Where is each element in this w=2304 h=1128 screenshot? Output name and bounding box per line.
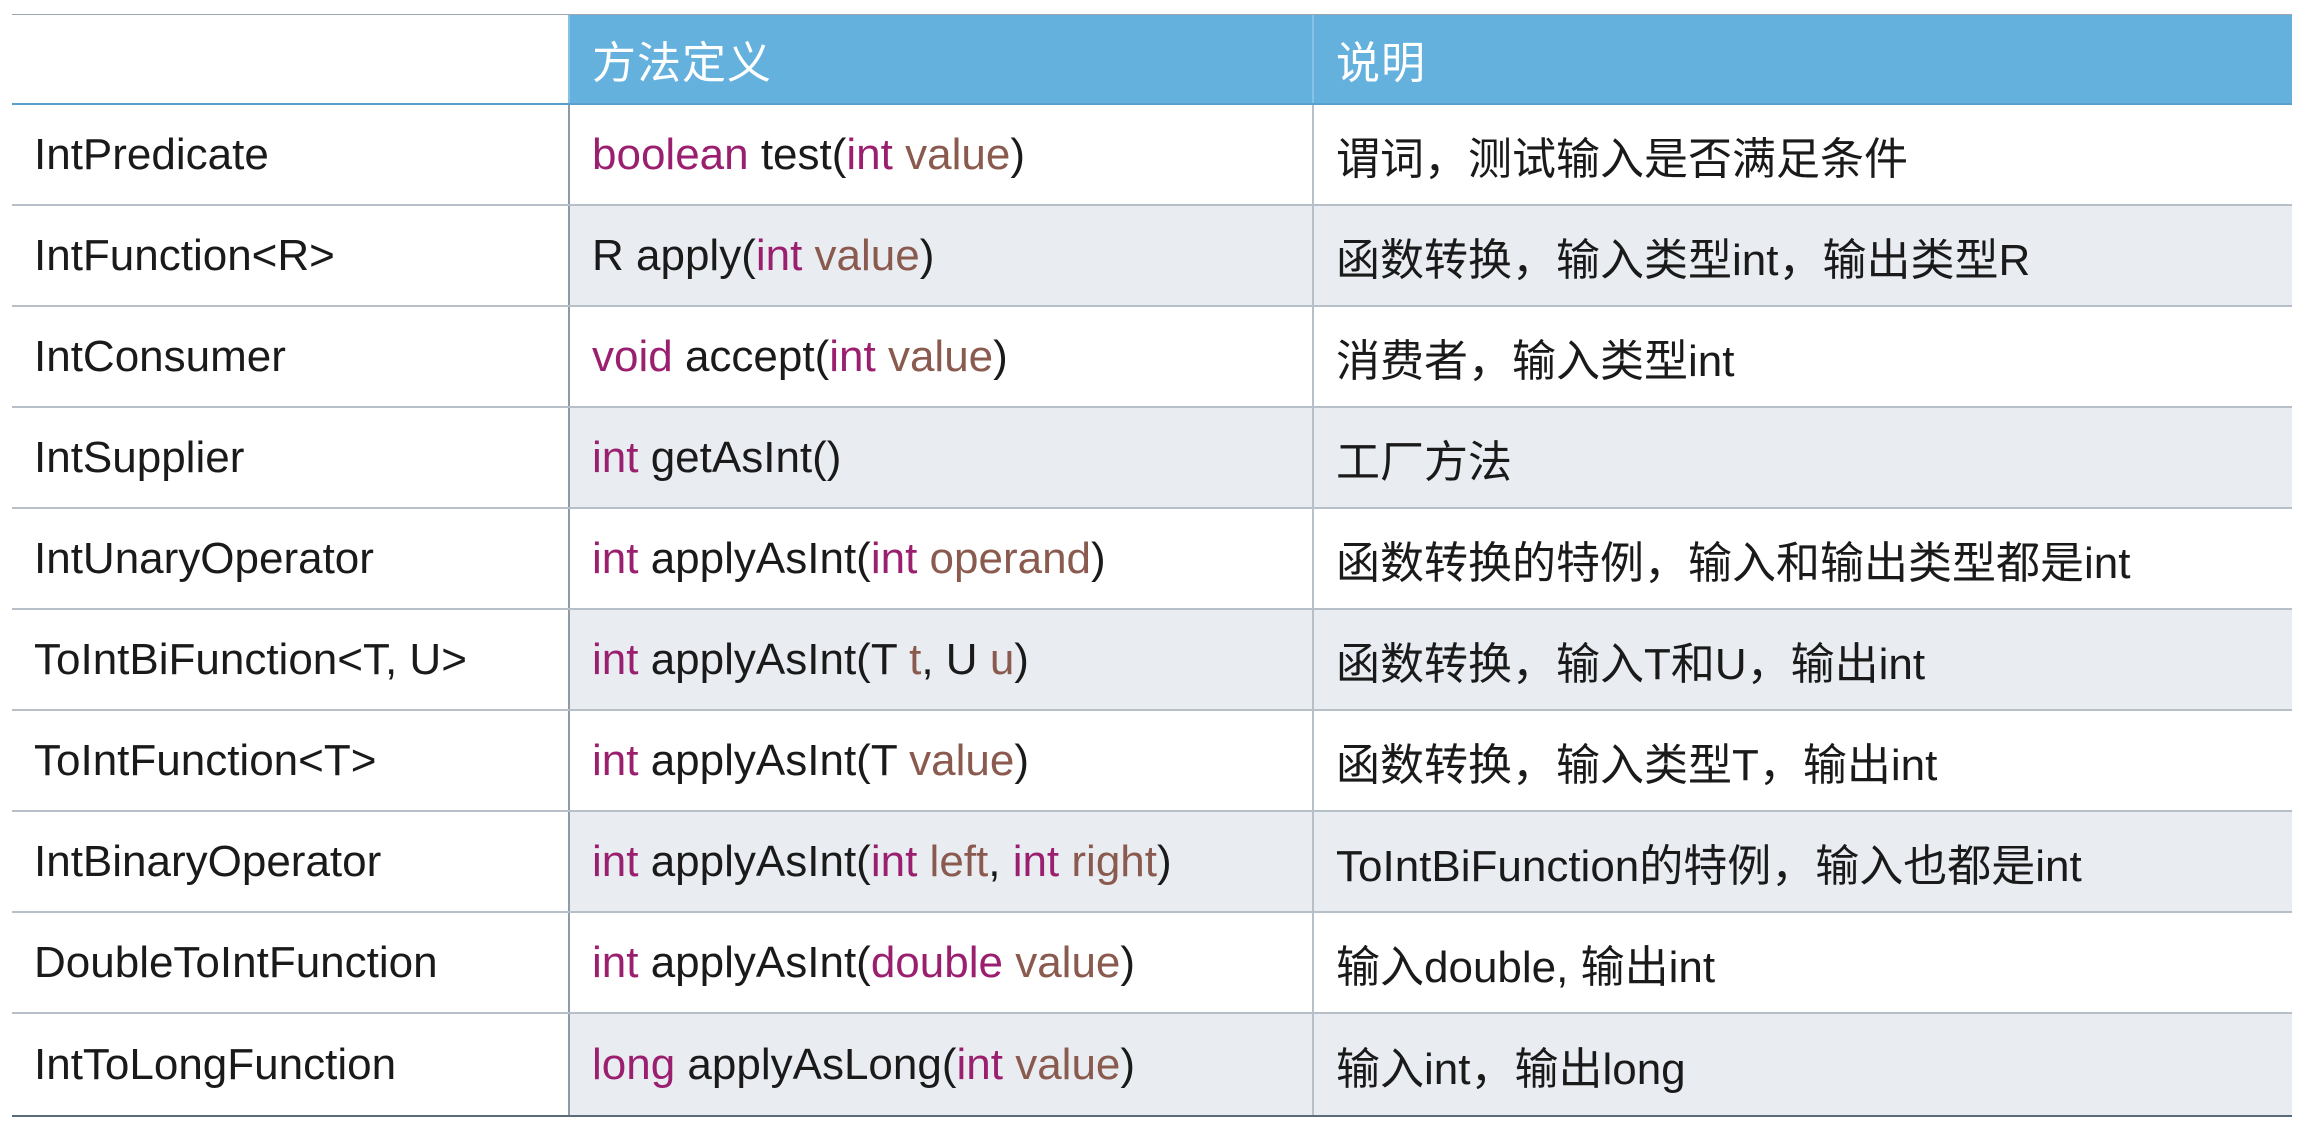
- method-text: ): [1091, 533, 1106, 583]
- table-header-row: 函数接口 方法定义 说明: [12, 15, 2292, 105]
- parameter-name: left: [917, 836, 989, 886]
- header-interface: 函数接口: [12, 15, 568, 103]
- type-keyword: void: [592, 331, 673, 381]
- type-keyword: int: [870, 836, 918, 886]
- description-cell: 谓词，测试输入是否满足条件: [1312, 105, 2292, 204]
- description-cell: 工厂方法: [1312, 408, 2292, 507]
- type-keyword: int: [956, 1039, 1003, 1089]
- parameter-name: t: [909, 634, 922, 684]
- parameter-name: value: [892, 129, 1011, 179]
- method-text: ): [1014, 634, 1029, 684]
- interface-cell: ToIntBiFunction<T, U>: [12, 610, 568, 709]
- method-cell: R apply(int value): [568, 206, 1312, 305]
- method-text: R apply(: [592, 230, 756, 280]
- table-row: ToIntFunction<T> int applyAsInt(T value) 函…: [12, 711, 2292, 812]
- table-row: IntConsumer void accept(int value) 消费者，输入类…: [12, 307, 2292, 408]
- parameter-name: value: [1002, 1039, 1121, 1089]
- type-keyword: int: [592, 735, 639, 785]
- type-keyword: int: [592, 533, 639, 583]
- functional-interface-table: 函数接口 方法定义 说明 IntPredicate boolean test(in…: [12, 14, 2292, 1117]
- method-cell: int applyAsInt(T value): [568, 711, 1312, 810]
- description-cell: 函数转换的特例，输入和输出类型都是int: [1312, 509, 2292, 608]
- type-keyword: int: [592, 432, 639, 482]
- method-text: applyAsInt(: [638, 533, 871, 583]
- description-cell: 函数转换，输入类型T，输出int: [1312, 711, 2292, 810]
- parameter-name: value: [1002, 937, 1121, 987]
- method-text: applyAsInt(: [638, 937, 871, 987]
- description-cell: 函数转换，输入T和U，输出int: [1312, 610, 2292, 709]
- table-row: DoubleToIntFunction int applyAsInt(double…: [12, 913, 2292, 1014]
- type-keyword: int: [592, 634, 639, 684]
- table-row: IntUnaryOperator int applyAsInt(int opera…: [12, 509, 2292, 610]
- method-cell: int applyAsInt(int left, int right): [568, 812, 1312, 911]
- interface-cell: IntConsumer: [12, 307, 568, 406]
- method-text: applyAsInt(T: [638, 735, 910, 785]
- description-cell: 消费者，输入类型int: [1312, 307, 2292, 406]
- table-row: IntSupplier int getAsInt() 工厂方法: [12, 408, 2292, 509]
- interface-cell: IntUnaryOperator: [12, 509, 568, 608]
- method-cell: int getAsInt(): [568, 408, 1312, 507]
- interface-cell: IntSupplier: [12, 408, 568, 507]
- description-cell: 输入int，输出long: [1312, 1014, 2292, 1115]
- method-text: test(: [748, 129, 847, 179]
- method-text: ): [1010, 129, 1025, 179]
- interface-cell: IntFunction<R>: [12, 206, 568, 305]
- parameter-name: value: [909, 735, 1015, 785]
- table-body: IntPredicate boolean test(int value) 谓词，测试…: [12, 105, 2292, 1115]
- table-row: IntBinaryOperator int applyAsInt(int left…: [12, 812, 2292, 913]
- type-keyword: int: [870, 533, 918, 583]
- type-keyword: long: [592, 1039, 676, 1089]
- method-text: accept(: [672, 331, 830, 381]
- method-cell: int applyAsInt(T t, U u): [568, 610, 1312, 709]
- interface-cell: IntToLongFunction: [12, 1014, 568, 1115]
- method-text: ): [1157, 836, 1172, 886]
- table-row: IntPredicate boolean test(int value) 谓词，测试…: [12, 105, 2292, 206]
- description-cell: 函数转换，输入类型int，输出类型R: [1312, 206, 2292, 305]
- method-text: ): [1120, 937, 1136, 987]
- method-cell: int applyAsInt(int operand): [568, 509, 1312, 608]
- method-text: , U: [921, 634, 990, 684]
- parameter-name: operand: [917, 533, 1092, 583]
- header-description: 说明: [1312, 15, 2292, 103]
- method-text: ): [1014, 735, 1029, 785]
- description-cell: ToIntBiFunction的特例，输入也都是int: [1312, 812, 2292, 911]
- description-cell: 输入double, 输出int: [1312, 913, 2292, 1012]
- method-text: ,: [988, 836, 1013, 886]
- type-keyword: double: [870, 937, 1003, 987]
- method-cell: void accept(int value): [568, 307, 1312, 406]
- type-keyword: int: [592, 937, 639, 987]
- method-text: ): [919, 230, 935, 280]
- method-cell: long applyAsLong(int value): [568, 1014, 1312, 1115]
- method-text: ): [1120, 1039, 1136, 1089]
- interface-cell: ToIntFunction<T>: [12, 711, 568, 810]
- type-keyword: int: [755, 230, 803, 280]
- parameter-name: right: [1059, 836, 1157, 886]
- parameter-name: value: [802, 230, 920, 280]
- type-keyword: int: [1012, 836, 1060, 886]
- method-text: applyAsLong(: [675, 1039, 957, 1089]
- interface-cell: IntPredicate: [12, 105, 568, 204]
- type-keyword: int: [846, 129, 893, 179]
- method-text: applyAsInt(: [638, 836, 871, 886]
- type-keyword: boolean: [592, 129, 749, 179]
- parameter-name: u: [989, 634, 1015, 684]
- method-text: ): [993, 331, 1008, 381]
- interface-cell: IntBinaryOperator: [12, 812, 568, 911]
- type-keyword: int: [829, 331, 876, 381]
- interface-cell: DoubleToIntFunction: [12, 913, 568, 1012]
- table-row: IntFunction<R> R apply(int value) 函数转换，输入类…: [12, 206, 2292, 307]
- parameter-name: value: [875, 331, 994, 381]
- method-cell: int applyAsInt(double value): [568, 913, 1312, 1012]
- header-method: 方法定义: [568, 15, 1312, 103]
- table-row: IntToLongFunction long applyAsLong(int va…: [12, 1014, 2292, 1115]
- method-text: getAsInt(): [638, 432, 842, 482]
- table-row: ToIntBiFunction<T, U> int applyAsInt(T t,…: [12, 610, 2292, 711]
- method-cell: boolean test(int value): [568, 105, 1312, 204]
- method-text: applyAsInt(T: [638, 634, 910, 684]
- type-keyword: int: [592, 836, 639, 886]
